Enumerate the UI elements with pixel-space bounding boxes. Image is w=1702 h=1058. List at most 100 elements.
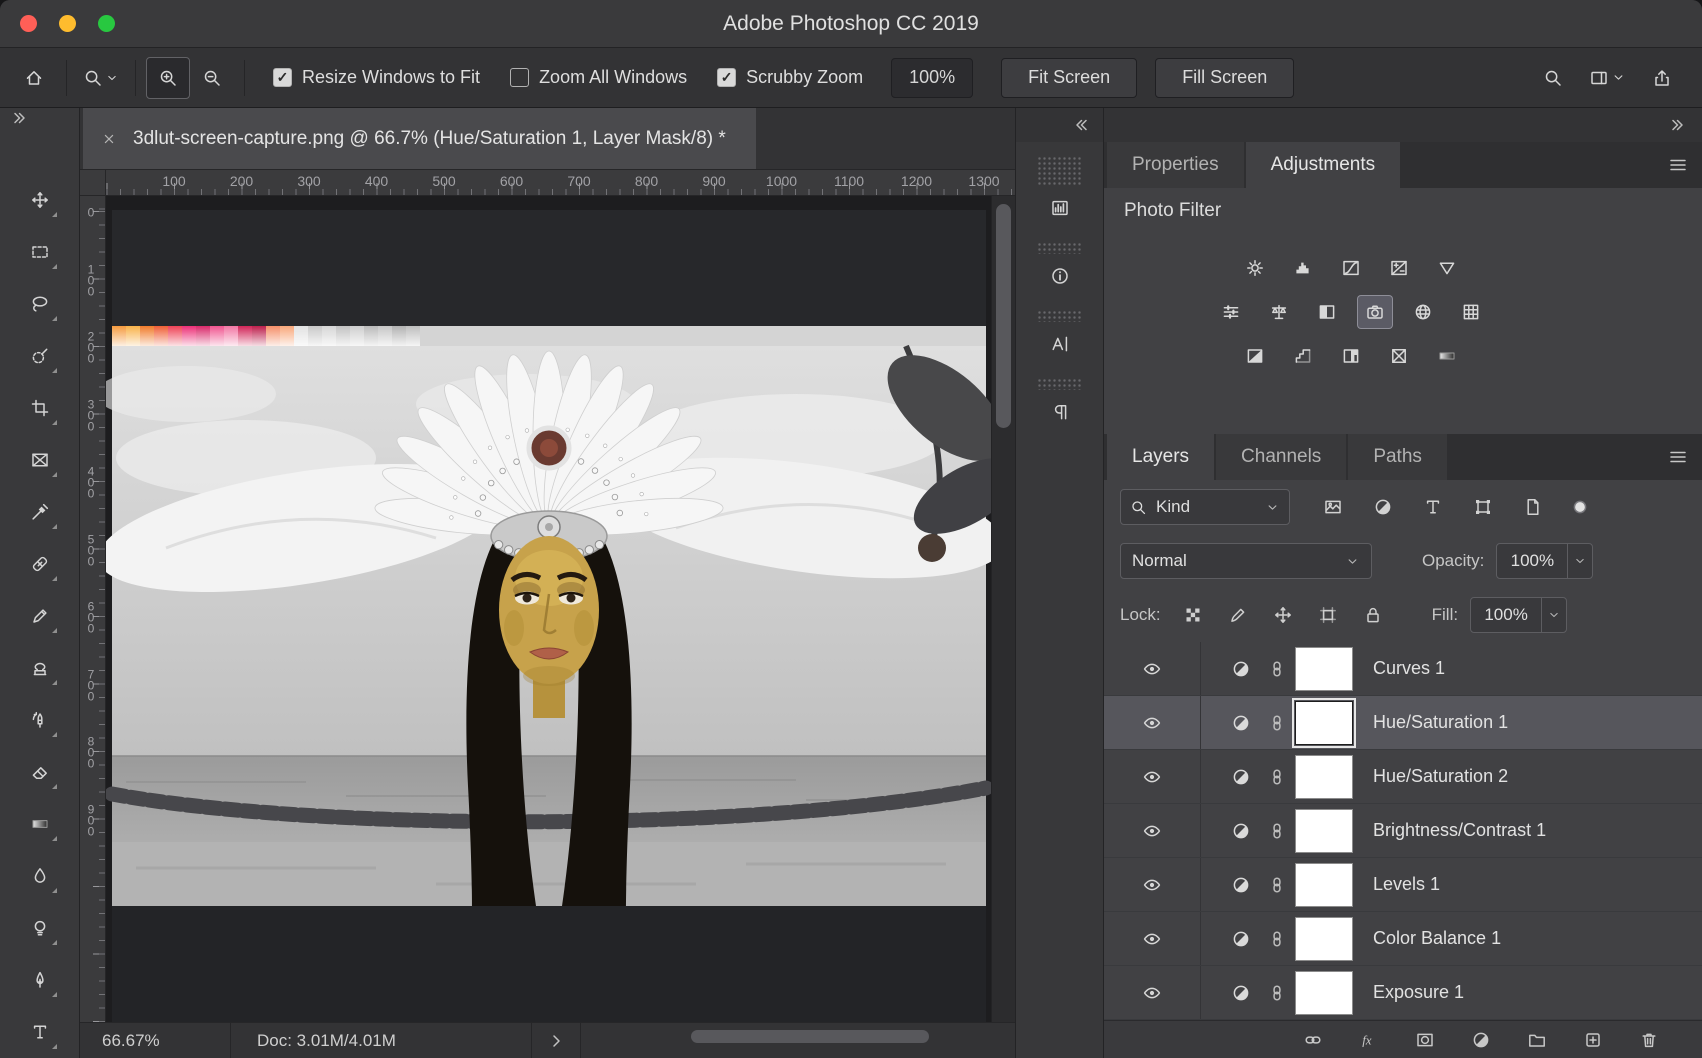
tab-paths[interactable]: Paths [1348, 434, 1447, 480]
layer-mask-thumbnail[interactable] [1295, 701, 1353, 745]
layer-row-levels-1[interactable]: Levels 1 [1104, 858, 1702, 912]
link-layers-button[interactable] [1300, 1027, 1326, 1053]
fit-screen-button[interactable]: Fit Screen [1001, 58, 1137, 98]
toolbar-expand[interactable] [0, 108, 79, 128]
close-icon[interactable] [101, 131, 117, 147]
lock-paint-button[interactable] [1226, 603, 1251, 628]
fill-screen-button[interactable]: Fill Screen [1155, 58, 1294, 98]
horizontal-scrollbar[interactable] [580, 1023, 1015, 1058]
opacity-field[interactable]: 100% [1496, 543, 1593, 579]
layer-name[interactable]: Levels 1 [1373, 874, 1440, 895]
home-button[interactable] [12, 57, 56, 99]
filter-pixel-button[interactable] [1320, 494, 1346, 520]
tab-properties[interactable]: Properties [1107, 142, 1244, 188]
new-group-button[interactable] [1524, 1027, 1550, 1053]
layer-name[interactable]: Hue/Saturation 2 [1373, 766, 1508, 787]
adjustment-layer-icon[interactable] [1231, 929, 1251, 949]
tool-history-brush[interactable] [16, 694, 64, 746]
delete-layer-button[interactable] [1636, 1027, 1662, 1053]
filter-type-button[interactable] [1420, 494, 1446, 520]
tab-layers[interactable]: Layers [1107, 434, 1214, 480]
character-panel-button[interactable] [1036, 322, 1084, 366]
document-tab[interactable]: 3dlut-screen-capture.png @ 66.7% (Hue/Sa… [83, 108, 756, 169]
adjustment-layer-icon[interactable] [1231, 983, 1251, 1003]
share-button[interactable] [1640, 57, 1684, 99]
blend-mode-dropdown[interactable]: Normal [1120, 543, 1372, 579]
layer-mask-thumbnail[interactable] [1295, 863, 1353, 907]
adjustment-black-white[interactable] [1310, 296, 1344, 328]
layer-visibility-toggle[interactable] [1104, 696, 1201, 749]
checkbox-scrubby-zoom[interactable]: ✓ Scrubby Zoom [717, 67, 863, 88]
layer-mask-thumbnail[interactable] [1295, 647, 1353, 691]
layer-name[interactable]: Hue/Saturation 1 [1373, 712, 1508, 733]
tool-frame[interactable] [16, 434, 64, 486]
adjustment-selective-color[interactable] [1382, 340, 1416, 372]
adjustment-curves[interactable] [1334, 252, 1368, 284]
adjustment-color-balance[interactable] [1262, 296, 1296, 328]
tool-lasso[interactable] [16, 278, 64, 330]
vertical-scroll-thumb[interactable] [996, 204, 1011, 428]
tool-move[interactable] [16, 174, 64, 226]
search-button[interactable] [1531, 57, 1575, 99]
zoom-out-button[interactable] [190, 57, 234, 99]
layer-visibility-toggle[interactable] [1104, 912, 1201, 965]
layer-mask-thumbnail[interactable] [1295, 971, 1353, 1015]
panel-menu-icon[interactable] [1668, 447, 1688, 472]
filter-toggle[interactable] [1570, 497, 1590, 517]
checkbox-box[interactable]: ✓ [273, 68, 292, 87]
layer-style-button[interactable]: fx [1356, 1027, 1382, 1053]
histogram-panel-button[interactable] [1036, 186, 1084, 230]
panel-gripper[interactable] [1037, 156, 1083, 186]
lock-artboard-button[interactable] [1316, 603, 1341, 628]
layer-row-brightness-contrast-1[interactable]: Brightness/Contrast 1 [1104, 804, 1702, 858]
adjustment-color-lookup[interactable] [1454, 296, 1488, 328]
adjustment-levels[interactable] [1286, 252, 1320, 284]
adjustment-layer-icon[interactable] [1231, 767, 1251, 787]
tool-healing[interactable] [16, 538, 64, 590]
layer-row-hue-saturation-2[interactable]: Hue/Saturation 2 [1104, 750, 1702, 804]
vertical-scrollbar[interactable] [991, 196, 1015, 1022]
zoom-level-field[interactable]: 100% [891, 58, 973, 98]
adjustment-channel-mixer[interactable] [1406, 296, 1440, 328]
workspace-switcher[interactable] [1589, 68, 1626, 88]
adjustment-layer-icon[interactable] [1231, 659, 1251, 679]
canvas-image[interactable] [106, 196, 991, 1022]
layer-mask-thumbnail[interactable] [1295, 917, 1353, 961]
layer-visibility-toggle[interactable] [1104, 804, 1201, 857]
status-zoom-field[interactable]: 66.67% [80, 1031, 230, 1051]
layer-name[interactable]: Curves 1 [1373, 658, 1445, 679]
minimize-window-button[interactable] [59, 15, 76, 32]
vertical-ruler[interactable]: 0100200300400500600700800900 [80, 196, 106, 1022]
adjustment-threshold[interactable] [1334, 340, 1368, 372]
panel-gripper[interactable] [1037, 310, 1083, 322]
checkbox-zoom-all-windows[interactable]: Zoom All Windows [510, 67, 687, 88]
adjustment-vibrance[interactable] [1430, 252, 1464, 284]
layer-row-exposure-1[interactable]: Exposure 1 [1104, 966, 1702, 1020]
layer-row-hue-saturation-1[interactable]: Hue/Saturation 1 [1104, 696, 1702, 750]
paragraph-panel-button[interactable] [1036, 390, 1084, 434]
tool-pen[interactable] [16, 954, 64, 1006]
adjustment-brightness-contrast[interactable] [1238, 252, 1272, 284]
adjustment-invert[interactable] [1238, 340, 1272, 372]
filter-kind-dropdown[interactable]: Kind [1120, 489, 1290, 525]
adjustment-layer-icon[interactable] [1231, 821, 1251, 841]
adjustment-photo-filter[interactable] [1358, 296, 1392, 328]
layer-row-curves-1[interactable]: Curves 1 [1104, 642, 1702, 696]
tool-eraser[interactable] [16, 746, 64, 798]
tool-quick-select[interactable] [16, 330, 64, 382]
tool-eyedropper[interactable] [16, 486, 64, 538]
adjustment-hue-saturation[interactable] [1214, 296, 1248, 328]
checkbox-resize-windows-to-fit[interactable]: ✓ Resize Windows to Fit [273, 67, 480, 88]
layer-visibility-toggle[interactable] [1104, 966, 1201, 1019]
zoom-tool-preset[interactable] [77, 68, 125, 88]
checkbox-box[interactable] [510, 68, 529, 87]
tool-pencil[interactable] [16, 590, 64, 642]
layer-name[interactable]: Brightness/Contrast 1 [1373, 820, 1546, 841]
filter-smart-object-button[interactable] [1520, 494, 1546, 520]
new-layer-button[interactable] [1580, 1027, 1606, 1053]
tool-dodge[interactable] [16, 902, 64, 954]
adjustment-exposure[interactable] [1382, 252, 1416, 284]
layer-mask-thumbnail[interactable] [1295, 755, 1353, 799]
collapse-dock-button[interactable] [1104, 108, 1702, 142]
lock-transparent-button[interactable] [1181, 603, 1206, 628]
